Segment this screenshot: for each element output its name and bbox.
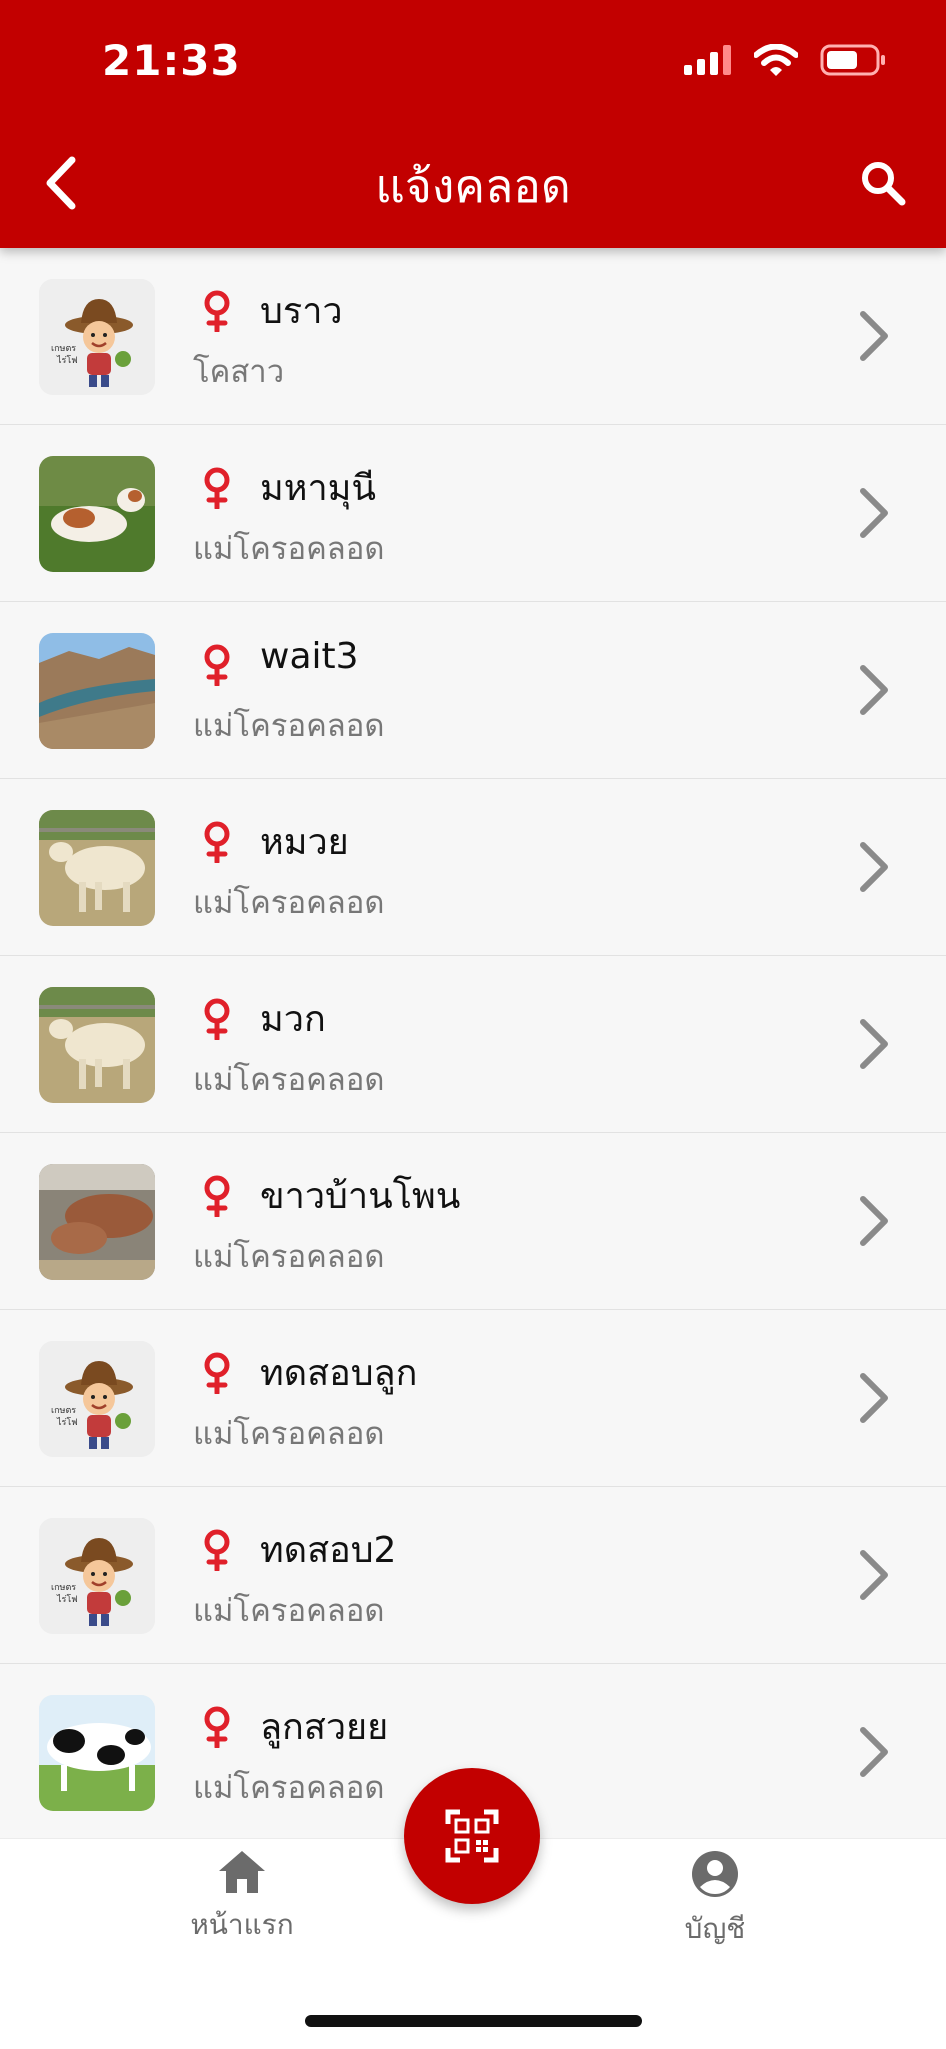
animal-name: wait3 [260, 636, 359, 677]
chevron-right-icon [857, 1016, 891, 1072]
animal-photo [39, 1341, 155, 1457]
chevron-right-icon [857, 308, 891, 364]
tab-home[interactable]: หน้าแรก [142, 1849, 342, 1947]
animal-photo [39, 456, 155, 572]
animal-photo [39, 633, 155, 749]
female-icon [200, 644, 234, 686]
female-icon [200, 998, 234, 1040]
animal-photo [39, 987, 155, 1103]
animal-name: มวก [260, 999, 326, 1040]
tab-account[interactable]: บัญชี [615, 1849, 815, 1951]
female-icon [200, 467, 234, 509]
list-item[interactable]: ทดสอบ2 แม่โครอคลอด [0, 1487, 946, 1664]
qr-scan-button[interactable] [404, 1768, 540, 1904]
female-icon [200, 1175, 234, 1217]
animal-status: แม่โครอคลอด [193, 708, 385, 744]
list-item[interactable]: มวก แม่โครอคลอด [0, 956, 946, 1133]
page-title: แจ้งคลอด [375, 159, 571, 213]
animal-name: ขาวบ้านโพน [260, 1176, 461, 1217]
chevron-right-icon [857, 1724, 891, 1780]
animal-status: แม่โครอคลอด [193, 1593, 385, 1629]
qr-scan-icon [445, 1809, 499, 1863]
search-icon [862, 162, 906, 206]
list-item[interactable]: บราว โคสาว [0, 248, 946, 425]
signal-icon [684, 45, 731, 75]
animal-name: ทดสอบ2 [260, 1530, 397, 1571]
animal-photo [39, 1164, 155, 1280]
animal-status: แม่โครอคลอด [193, 1770, 385, 1806]
animal-name: บราว [260, 291, 343, 332]
animal-status: แม่โครอคลอด [193, 531, 385, 567]
list-item[interactable]: wait3 แม่โครอคลอด [0, 602, 946, 779]
home-icon [219, 1851, 265, 1893]
animal-status: แม่โครอคลอด [193, 885, 385, 921]
list-item[interactable]: หมวย แม่โครอคลอด [0, 779, 946, 956]
battery-icon [820, 44, 885, 76]
account-icon [692, 1851, 738, 1897]
app-header: 21:33 แจ้งคลอด [0, 0, 946, 248]
wifi-icon [754, 44, 798, 76]
list-item[interactable]: ทดสอบลูก แม่โครอคลอด [0, 1310, 946, 1487]
animal-list: บราว โคสาว มหามุนี แม่โครอคลอด wait3 แม่… [0, 248, 946, 1841]
animal-photo [39, 1695, 155, 1811]
animal-name: ทดสอบลูก [260, 1353, 418, 1394]
tab-account-label: บัญชี [684, 1912, 746, 1945]
animal-name: ลูกสวยย [260, 1707, 389, 1748]
chevron-right-icon [857, 662, 891, 718]
tab-home-label: หน้าแรก [190, 1908, 294, 1941]
chevron-right-icon [857, 1370, 891, 1426]
status-time: 21:33 [102, 36, 241, 85]
home-indicator [305, 2015, 642, 2027]
female-icon [200, 1529, 234, 1571]
female-icon [200, 821, 234, 863]
chevron-right-icon [857, 839, 891, 895]
animal-status: โคสาว [193, 354, 285, 390]
list-item[interactable]: ขาวบ้านโพน แม่โครอคลอด [0, 1133, 946, 1310]
female-icon [200, 290, 234, 332]
female-icon [200, 1706, 234, 1748]
animal-status: แม่โครอคลอด [193, 1062, 385, 1098]
animal-name: มหามุนี [260, 468, 377, 509]
list-item[interactable]: มหามุนี แม่โครอคลอด [0, 425, 946, 602]
animal-photo [39, 279, 155, 395]
animal-name: หมวย [260, 822, 349, 863]
animal-status: แม่โครอคลอด [193, 1239, 385, 1275]
female-icon [200, 1352, 234, 1394]
chevron-right-icon [857, 1547, 891, 1603]
animal-status: แม่โครอคลอด [193, 1416, 385, 1452]
animal-photo [39, 1518, 155, 1634]
chevron-right-icon [857, 485, 891, 541]
chevron-right-icon [857, 1193, 891, 1249]
animal-photo [39, 810, 155, 926]
status-icons [684, 44, 886, 76]
search-button[interactable] [850, 150, 916, 216]
